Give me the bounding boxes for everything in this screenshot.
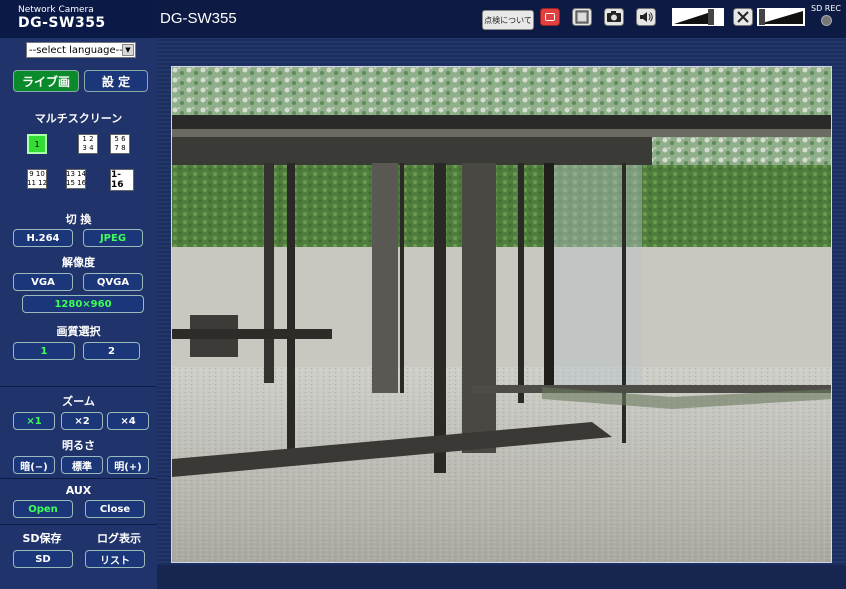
jpeg-button[interactable]: JPEG [83,229,143,247]
language-select[interactable]: --select language-- ▼ [26,42,136,58]
divider [0,524,157,525]
multiscreen-1-16-label: 1-16 [111,170,124,190]
camera-image [172,67,831,562]
sd-rec-lamp-icon [820,15,832,26]
live-camera-view[interactable] [171,66,832,563]
sd-rec-indicator: SD REC [808,4,844,26]
brand-model: DG-SW355 [18,15,106,31]
alarm-button[interactable] [540,8,560,30]
aux-close-button[interactable]: Close [85,500,145,518]
multiscreen-1-4-button[interactable]: 1 2 3 4 [78,134,98,154]
volume-bar-icon [672,8,724,30]
qvga-button[interactable]: QVGA [83,273,143,291]
multiscreen-13-16-button[interactable]: 13 14 15 16 [66,169,86,189]
log-display-heading: ログ表示 [97,532,141,545]
zoom-heading: ズーム [62,395,95,408]
tab-live[interactable]: ライブ画 [13,70,79,92]
sd-rec-label: SD REC [811,4,841,13]
sd-button[interactable]: SD [13,550,73,568]
hd-resolution-button[interactable]: 1280×960 [22,295,144,313]
mic-volume-slider[interactable] [757,8,805,30]
multiscreen-1-label: 1 [34,139,40,149]
language-select-value: --select language-- [29,44,123,56]
quality-1-button[interactable]: 1 [13,342,75,360]
chevron-down-icon[interactable]: ▼ [122,44,134,56]
status-check-button[interactable]: 点検について [482,10,534,30]
fullscreen-button[interactable] [572,8,592,30]
vga-button[interactable]: VGA [13,273,73,291]
brand-subtitle: Network Camera [18,5,94,15]
zoom-x2-button[interactable]: ×2 [61,412,103,430]
multiscreen-13-16-label: 13 14 15 16 [65,170,87,187]
mic-mute-button[interactable] [733,8,753,30]
camera-icon [604,8,624,30]
divider [0,386,157,387]
multiscreen-5-8-button[interactable]: 5 6 7 8 [110,134,130,154]
zoom-x1-button[interactable]: ×1 [13,412,55,430]
multiscreen-1-4-label: 1 2 3 4 [82,135,94,152]
multiscreen-5-8-label: 5 6 7 8 [114,135,126,152]
multiscreen-1-16-button[interactable]: 1-16 [110,169,134,191]
brightness-normal-button[interactable]: 標準 [61,456,103,474]
quality-heading: 画質選択 [56,325,101,338]
aux-heading: AUX [65,484,92,497]
tab-setup[interactable]: 設 定 [84,70,148,92]
snapshot-button[interactable] [604,8,624,30]
multiscreen-heading: マルチスクリーン [34,112,123,125]
viewer-footer [157,565,846,589]
sd-save-heading: SD保存 [22,532,62,545]
quality-2-button[interactable]: 2 [83,342,140,360]
brand-block: Network Camera DG-SW355 [0,0,157,38]
speaker-button[interactable] [636,8,656,30]
top-bar: Network Camera DG-SW355 DG-SW355 点検について [0,0,846,38]
brightness-dark-button[interactable]: 暗(−) [13,456,55,474]
page-title: DG-SW355 [160,10,237,27]
mic-mute-icon [733,8,753,30]
multiscreen-9-12-label: 9 10 11 12 [26,170,48,187]
brightness-bright-button[interactable]: 明(+) [107,456,149,474]
resolution-heading: 解像度 [62,256,95,269]
switch-heading: 切 換 [65,213,92,226]
alarm-icon [540,8,560,30]
h264-button[interactable]: H.264 [13,229,73,247]
multiscreen-1-button[interactable]: 1 [27,134,47,154]
brightness-heading: 明るさ [62,439,95,452]
aux-open-button[interactable]: Open [13,500,73,518]
speaker-icon [636,8,656,30]
mic-volume-bar-icon [757,8,805,30]
fullscreen-icon [572,8,592,30]
log-list-button[interactable]: リスト [85,550,145,568]
divider [0,478,157,479]
speaker-volume-slider[interactable] [672,8,724,30]
multiscreen-9-12-button[interactable]: 9 10 11 12 [27,169,47,189]
zoom-x4-button[interactable]: ×4 [107,412,149,430]
